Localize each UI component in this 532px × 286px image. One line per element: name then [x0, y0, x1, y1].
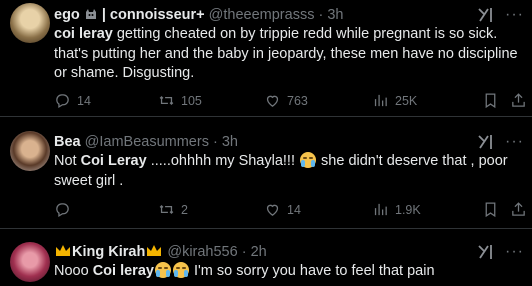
views-button[interactable]: 1.9K	[372, 201, 421, 218]
action-bar: 2 14 1.9K	[54, 201, 532, 221]
more-icon[interactable]: ···	[505, 244, 524, 260]
separator-dot: ·	[318, 7, 324, 23]
tweet-text-body: .....ohhhh my Shayla!!!	[146, 153, 300, 169]
timestamp[interactable]: 3h	[222, 134, 238, 150]
crown-icon	[146, 244, 162, 257]
like-button[interactable]: 763	[264, 92, 308, 109]
crying-face-icon	[154, 262, 171, 278]
tweet[interactable]: Bea @IamBeasummers · 3h ··· Not Coi Lera…	[0, 117, 532, 229]
share-button[interactable]	[510, 201, 532, 218]
tweet-text: Not Coi Leray .....ohhhh my Shayla!!! sh…	[54, 152, 524, 191]
like-count: 763	[287, 93, 308, 108]
reply-count: 14	[77, 93, 91, 108]
tweet-header: ego | connoisseur+ @theeemprasss · 3h	[54, 6, 344, 26]
tweet-text-body: I'm so sorry you have to feel that pain	[189, 263, 435, 279]
repost-icon	[159, 205, 174, 214]
views-icon	[374, 94, 387, 107]
repost-icon	[159, 96, 174, 105]
avatar[interactable]	[10, 131, 50, 171]
share-button[interactable]	[510, 92, 532, 109]
bookmark-button[interactable]	[482, 201, 505, 218]
like-count: 14	[287, 202, 301, 217]
tweet[interactable]: King Kirah @kirah556 · 2h ··· Nooo Coi l…	[0, 229, 532, 286]
crying-face-icon	[172, 262, 189, 278]
views-count: 25K	[395, 93, 418, 108]
highlighted-term: Coi Leray	[80, 153, 147, 169]
reply-icon	[56, 203, 69, 218]
reply-button[interactable]	[54, 201, 77, 218]
separator-dot: ·	[212, 134, 218, 150]
more-icon[interactable]: ···	[505, 7, 524, 23]
user-handle[interactable]: @kirah556	[167, 244, 237, 260]
timestamp[interactable]: 2h	[251, 244, 267, 260]
reply-icon	[56, 94, 69, 109]
avatar[interactable]	[10, 3, 50, 43]
reply-button[interactable]: 14	[54, 92, 91, 109]
grok-icon[interactable]	[476, 133, 494, 151]
display-name[interactable]: Bea	[54, 134, 81, 150]
tweet-header: Bea @IamBeasummers · 3h	[54, 133, 238, 151]
tweet[interactable]: ego | connoisseur+ @theeemprasss · 3h ··…	[0, 0, 532, 117]
tweet-text-prefix: Not	[54, 153, 81, 169]
display-name[interactable]: ego	[54, 7, 80, 23]
share-icon	[512, 93, 525, 107]
display-name[interactable]: King Kirah	[72, 244, 145, 260]
like-icon	[266, 95, 279, 107]
more-icon[interactable]: ···	[505, 134, 524, 150]
bookmark-button[interactable]	[482, 92, 505, 109]
timestamp[interactable]: 3h	[327, 7, 343, 23]
tweet-text-body: getting cheated on by trippie redd while…	[54, 26, 518, 81]
views-icon	[374, 203, 387, 216]
grok-icon[interactable]	[476, 243, 494, 261]
repost-count: 105	[181, 93, 202, 108]
crying-face-icon	[300, 152, 317, 168]
highlighted-term: coi leray	[54, 26, 113, 42]
tweet-text: Nooo Coi leray I'm so sorry you have to …	[54, 262, 524, 282]
like-icon	[266, 204, 279, 216]
display-name-suffix: | connoisseur+	[101, 7, 205, 23]
user-handle[interactable]: @IamBeasummers	[85, 134, 209, 150]
highlighted-term: Coi leray	[92, 263, 154, 279]
avatar[interactable]	[10, 242, 50, 282]
views-count: 1.9K	[395, 202, 421, 217]
bookmark-icon	[485, 202, 496, 218]
tweet-header: King Kirah @kirah556 · 2h	[54, 243, 267, 261]
grok-icon[interactable]	[476, 6, 494, 24]
repost-button[interactable]: 2	[158, 201, 188, 218]
repost-count: 2	[181, 202, 188, 217]
bookmark-icon	[485, 93, 496, 109]
repost-button[interactable]: 105	[158, 92, 202, 109]
tweet-text: coi leray getting cheated on by trippie …	[54, 25, 524, 84]
cat-badge-icon	[84, 7, 98, 26]
share-icon	[512, 202, 525, 216]
crown-icon	[55, 244, 71, 257]
action-bar: 14 105 763 25K	[54, 92, 532, 112]
views-button[interactable]: 25K	[372, 92, 417, 109]
separator-dot: ·	[241, 244, 247, 260]
like-button[interactable]: 14	[264, 201, 301, 218]
user-handle[interactable]: @theeemprasss	[209, 7, 315, 23]
tweet-text-prefix: Nooo	[54, 263, 93, 279]
